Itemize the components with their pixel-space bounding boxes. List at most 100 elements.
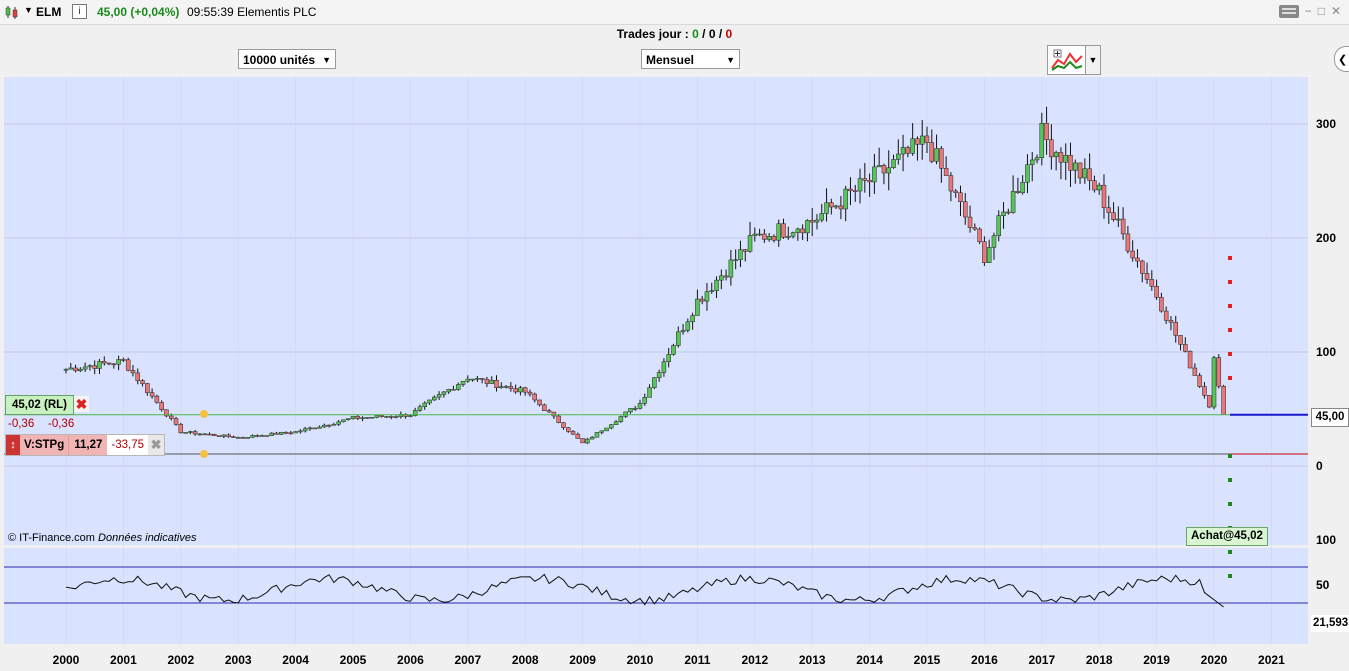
candle-body [441, 391, 447, 395]
keyboard-icon[interactable] [1278, 4, 1299, 18]
indicators-button[interactable] [1047, 45, 1087, 75]
candle-body [967, 216, 973, 228]
cancel-order-icon[interactable]: ✖ [148, 435, 165, 455]
stop-order-box[interactable]: ↕ V:STPg 11,27 -33,75 ✖ [5, 434, 166, 456]
candle-body [1144, 273, 1150, 280]
candle-body [728, 259, 734, 278]
year-label: 2014 [856, 653, 883, 667]
candle-body [948, 175, 954, 192]
candle-body [202, 433, 207, 436]
candle-body [752, 233, 758, 236]
close-button[interactable]: ✕ [1331, 4, 1341, 18]
candle-body [111, 363, 117, 366]
candle-body [173, 418, 179, 425]
candle-body [690, 315, 695, 323]
candle-body [766, 236, 772, 240]
candle-body [857, 178, 863, 192]
candle-body [446, 389, 451, 393]
candle-body [695, 298, 700, 316]
candle-body [255, 435, 260, 437]
candle-body [168, 415, 174, 419]
candle-body [432, 396, 437, 401]
candle-body [522, 387, 528, 393]
candle-body [1006, 211, 1011, 214]
candle-body [221, 434, 227, 437]
candle-body [427, 399, 432, 404]
side-panel-toggle[interactable]: ❮ [1334, 46, 1349, 72]
candle-body [862, 178, 868, 181]
candle-body [312, 427, 317, 430]
buy-marker-label[interactable]: Achat@45,02 [1186, 527, 1268, 546]
candle-body [470, 378, 475, 381]
chart-canvas[interactable]: 300 200 100 0 100 50 2000 2001 2002 2003 2004 2005 2… [0, 76, 1349, 668]
candle-body [704, 291, 710, 302]
candle-body [326, 424, 332, 427]
maximize-button[interactable]: □ [1318, 4, 1325, 18]
candle-body [1092, 180, 1097, 191]
period-select[interactable]: Mensuel ▼ [641, 49, 740, 69]
candle-body [905, 147, 911, 154]
candle-body [369, 416, 375, 419]
info-icon[interactable]: i [72, 4, 87, 19]
current-price-tag: 45,00 [1311, 408, 1349, 427]
quantity-select[interactable]: 10000 unités ▼ [238, 49, 336, 69]
candle-body [192, 431, 198, 435]
year-label: 2019 [1143, 653, 1170, 667]
candle-body [776, 223, 781, 241]
candle-body [676, 331, 681, 346]
minimize-button[interactable]: − [1305, 4, 1312, 18]
candle-body [1178, 335, 1183, 345]
year-label: 2005 [340, 653, 367, 667]
target-marker [1228, 280, 1232, 284]
candle-body [977, 228, 982, 242]
year-label: 2018 [1086, 653, 1113, 667]
candle-body [647, 387, 652, 398]
candle-body [656, 372, 662, 378]
candle-body [298, 430, 303, 433]
candle-body [963, 201, 968, 218]
symbol-dropdown-icon[interactable]: ▼ [24, 5, 33, 15]
year-label: 2017 [1028, 653, 1055, 667]
indicators-dropdown[interactable]: ▼ [1085, 45, 1101, 75]
candle-body [1206, 395, 1212, 408]
candle-body [838, 205, 844, 210]
candle-body [613, 421, 619, 425]
candle-body [149, 392, 155, 397]
position-price-box[interactable]: 45,02 (RL) [5, 395, 74, 415]
candle-body [719, 275, 724, 281]
candle-body [1183, 344, 1188, 352]
year-label: 2003 [225, 653, 252, 667]
symbol-label[interactable]: ELM [36, 5, 61, 19]
order-label: V:STPg [20, 435, 69, 455]
candle-body [1025, 164, 1030, 183]
candle-body [231, 436, 236, 438]
candle-body [589, 436, 595, 440]
rsi-value-tag: 21,593 [1311, 615, 1349, 632]
candle-body [924, 135, 930, 143]
candle-body [542, 404, 547, 411]
candle-body [293, 431, 298, 434]
candle-body [159, 402, 164, 410]
candle-body [623, 411, 628, 417]
candle-body [886, 167, 891, 174]
candle-body [824, 202, 829, 214]
order-value[interactable]: 11,27 [68, 435, 108, 455]
candle-body [279, 431, 284, 435]
candle-body [82, 366, 88, 370]
candle-body [1202, 386, 1207, 396]
candle-body [1044, 122, 1049, 141]
candle-body [991, 235, 997, 248]
candle-body [762, 233, 767, 240]
close-position-icon[interactable]: ✖ [74, 396, 89, 412]
candle-body [513, 388, 518, 393]
candle-body [561, 422, 566, 428]
candle-body [1111, 212, 1116, 220]
candle-body [580, 438, 585, 444]
rsi-panel-bg [4, 548, 1308, 644]
candle-body [599, 430, 604, 433]
chart-toolbar: 10000 unités ▼ Mensuel ▼ ▼ ❮ [0, 44, 1349, 75]
drag-arrows-icon[interactable]: ↕ [6, 435, 20, 455]
candle-body [566, 427, 571, 432]
candle-body [350, 416, 356, 419]
candle-body [259, 435, 265, 437]
